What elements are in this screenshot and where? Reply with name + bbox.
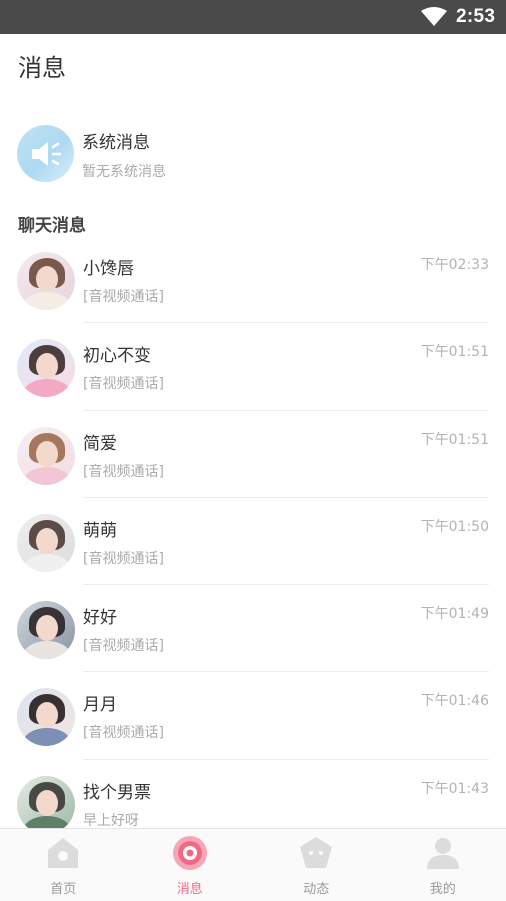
chat-item[interactable]: 月月 下午01:46 [音视频通话] (0, 672, 506, 759)
chat-name: 好好 (83, 603, 117, 628)
wifi-icon (421, 7, 447, 27)
avatar (17, 252, 75, 310)
tab-label: 消息 (127, 878, 254, 897)
chat-preview: [音视频通话] (83, 635, 164, 655)
avatar (17, 601, 75, 659)
chat-item[interactable]: 好好 下午01:49 [音视频通话] (0, 585, 506, 672)
system-message-title: 系统消息 (82, 128, 150, 153)
chat-name: 萌萌 (83, 516, 117, 541)
tab-label: 动态 (253, 878, 380, 897)
avatar (17, 776, 75, 834)
chat-item[interactable]: 萌萌 下午01:50 [音视频通话] (0, 498, 506, 585)
avatar (17, 339, 75, 397)
chat-item[interactable]: 初心不变 下午01:51 [音视频通话] (0, 323, 506, 410)
chat-list: 小馋唇 下午02:33 [音视频通话] 初心不变 下午01:51 [音视频通话]… (0, 236, 506, 847)
system-message-subtitle: 暂无系统消息 (82, 161, 166, 181)
chat-item[interactable]: 小馋唇 下午02:33 [音视频通话] (0, 236, 506, 323)
chat-time: 下午01:51 (421, 429, 489, 449)
speaker-icon (30, 140, 64, 168)
chat-section-title: 聊天消息 (18, 211, 86, 236)
tab-home[interactable]: 首页 (0, 829, 127, 901)
chat-time: 下午02:33 (421, 254, 489, 274)
avatar (17, 688, 75, 746)
chat-time: 下午01:46 (421, 690, 489, 710)
chat-time: 下午01:49 (421, 603, 489, 623)
bottom-tab-bar: 首页 消息 动态 我的 (0, 828, 506, 901)
chat-name: 找个男票 (83, 778, 151, 803)
status-time: 2:53 (456, 6, 495, 28)
chat-name: 简爱 (83, 429, 117, 454)
chat-time: 下午01:51 (421, 341, 489, 361)
tab-moments[interactable]: 动态 (253, 829, 380, 901)
chat-preview: [音视频通话] (83, 461, 164, 481)
chat-preview: [音视频通话] (83, 286, 164, 306)
chat-preview: [音视频通话] (83, 373, 164, 393)
tab-label: 我的 (380, 878, 506, 897)
chat-name: 初心不变 (83, 341, 151, 366)
tab-label: 首页 (0, 878, 127, 897)
chat-preview: [音视频通话] (83, 548, 164, 568)
chat-name: 小馋唇 (83, 254, 134, 279)
profile-icon (425, 835, 461, 871)
tab-messages[interactable]: 消息 (127, 829, 254, 901)
moments-icon (298, 835, 334, 871)
status-bar: 2:53 (0, 0, 506, 34)
system-message-row[interactable]: 系统消息 暂无系统消息 (0, 120, 506, 190)
home-icon (45, 835, 81, 871)
avatar (17, 427, 75, 485)
message-icon (172, 835, 208, 871)
system-message-avatar (17, 125, 74, 182)
chat-name: 月月 (83, 690, 117, 715)
page-title: 消息 (18, 48, 66, 83)
avatar (17, 514, 75, 572)
chat-preview: [音视频通话] (83, 722, 164, 742)
chat-item[interactable]: 简爱 下午01:51 [音视频通话] (0, 411, 506, 498)
tab-profile[interactable]: 我的 (380, 829, 506, 901)
chat-preview: 早上好呀 (83, 810, 139, 830)
chat-time: 下午01:43 (421, 778, 489, 798)
chat-time: 下午01:50 (421, 516, 489, 536)
